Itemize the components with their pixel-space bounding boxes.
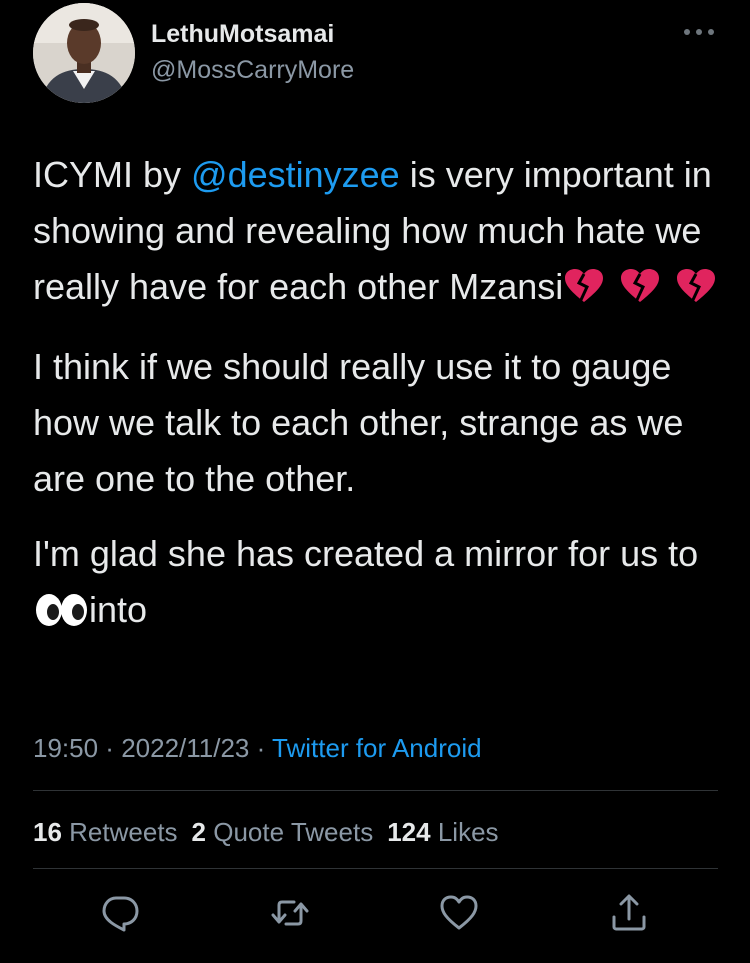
profile-photo-icon xyxy=(33,3,135,103)
like-button[interactable] xyxy=(439,893,479,933)
reply-button[interactable] xyxy=(100,893,140,933)
tweet-meta: 19:50 · 2022/11/23 · Twitter for Android xyxy=(33,730,482,766)
avatar[interactable] xyxy=(33,3,135,103)
retweets-stat[interactable]: 16 Retweets xyxy=(33,817,178,847)
reply-icon xyxy=(102,896,139,932)
quote-tweets-count: 2 xyxy=(191,817,207,847)
quote-tweets-stat[interactable]: 2 Quote Tweets xyxy=(192,817,374,847)
quote-tweets-label: Quote Tweets xyxy=(213,817,374,847)
like-icon xyxy=(440,895,478,930)
share-button[interactable] xyxy=(609,893,649,933)
retweet-icon xyxy=(271,900,309,926)
tweet-text-segment: ICYMI by xyxy=(33,154,192,195)
tweet-paragraph-2: I think if we should really use it to ga… xyxy=(33,346,684,499)
broken-heart-icon xyxy=(605,264,661,320)
meta-separator: · xyxy=(98,733,122,763)
user-handle[interactable]: @MossCarryMore xyxy=(151,55,354,85)
eyes-icon xyxy=(33,587,89,643)
tweet-source-link[interactable]: Twitter for Android xyxy=(272,733,482,763)
tweet-paragraph-3: I'm glad she has created a mirror for us… xyxy=(33,526,723,643)
likes-count: 124 xyxy=(387,817,431,847)
broken-heart-icon xyxy=(563,264,605,320)
likes-label: Likes xyxy=(437,817,499,847)
likes-stat[interactable]: 124 Likes xyxy=(387,817,498,847)
retweets-label: Retweets xyxy=(69,817,178,847)
retweets-count: 16 xyxy=(33,817,62,847)
share-icon xyxy=(612,894,646,931)
divider xyxy=(33,868,718,869)
broken-heart-icon xyxy=(661,264,717,320)
tweet-date[interactable]: 2022/11/23 xyxy=(121,733,249,763)
tweet-text-segment: into xyxy=(89,589,148,630)
mention-link[interactable]: @destinyzee xyxy=(191,154,400,195)
retweet-button[interactable] xyxy=(270,893,310,933)
more-horizontal-icon[interactable] xyxy=(682,25,716,39)
tweet-text: ICYMI by @destinyzee is very important i… xyxy=(33,147,723,662)
divider xyxy=(33,790,718,791)
meta-separator: · xyxy=(249,733,273,763)
tweet-time[interactable]: 19:50 xyxy=(33,733,98,763)
display-name[interactable]: LethuMotsamai xyxy=(151,19,334,49)
tweet-paragraph-1: ICYMI by @destinyzee is very important i… xyxy=(33,147,723,320)
tweet-text-segment: I'm glad she has created a mirror for us… xyxy=(33,533,699,574)
tweet-stats: 16 Retweets 2 Quote Tweets 124 Likes xyxy=(33,812,513,852)
